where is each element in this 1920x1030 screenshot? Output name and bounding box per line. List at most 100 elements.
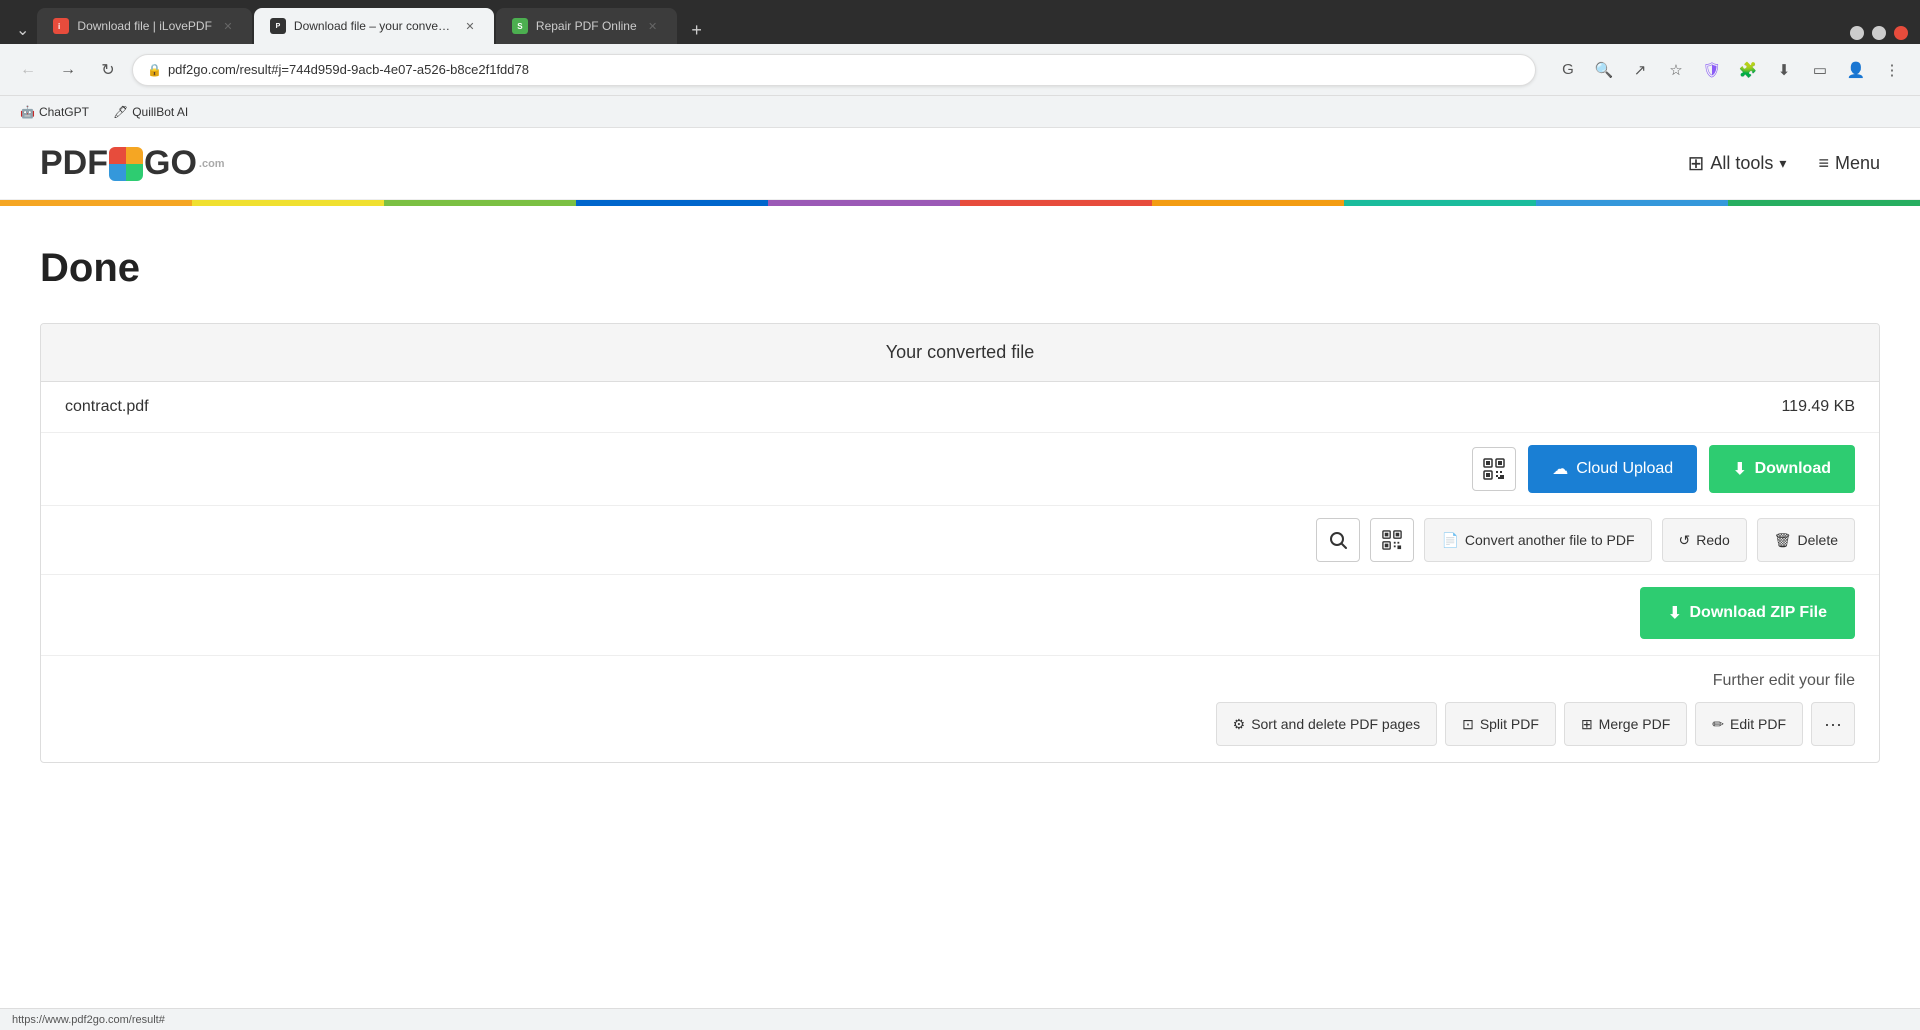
bookmark-icon[interactable]: ☆ bbox=[1660, 54, 1692, 86]
tab3-title: Repair PDF Online bbox=[536, 19, 637, 33]
tab2-title: Download file – your conversion bbox=[294, 19, 454, 33]
grid-icon: ⊞ bbox=[1688, 151, 1705, 176]
bookmarks-bar: 🤖 ChatGPT 🖊 QuillBot AI bbox=[0, 96, 1920, 128]
google-icon[interactable]: G bbox=[1552, 54, 1584, 86]
further-edit-label: Further edit your file bbox=[65, 672, 1855, 690]
merge-icon: ⊞ bbox=[1581, 716, 1593, 733]
browser-tab-2[interactable]: P Download file – your conversion ✕ bbox=[254, 8, 494, 44]
tab1-close-button[interactable]: ✕ bbox=[220, 18, 236, 34]
document-icon: 📄 bbox=[1441, 532, 1458, 549]
download-manager-icon[interactable]: ⬇ bbox=[1768, 54, 1800, 86]
result-card: Your converted file contract.pdf 119.49 … bbox=[40, 323, 1880, 763]
browser-tab-1[interactable]: i Download file | iLovePDF ✕ bbox=[37, 8, 252, 44]
file-name: contract.pdf bbox=[65, 398, 149, 416]
bookmark-quillbot[interactable]: 🖊 QuillBot AI bbox=[105, 103, 196, 121]
main-content: Done Your converted file contract.pdf 11… bbox=[0, 206, 1920, 803]
edit-tools-row: ⚙ Sort and delete PDF pages ⊡ Split PDF … bbox=[65, 702, 1855, 746]
tab-overflow-btn[interactable]: ⌄ bbox=[8, 16, 37, 44]
forward-button[interactable]: → bbox=[52, 54, 84, 86]
cloud-icon: ☁ bbox=[1552, 459, 1568, 479]
cloud-upload-label: Cloud Upload bbox=[1576, 460, 1673, 478]
zip-row: ⬇ Download ZIP File bbox=[41, 575, 1879, 656]
share-icon[interactable]: ↗ bbox=[1624, 54, 1656, 86]
cloud-upload-button[interactable]: ☁ Cloud Upload bbox=[1528, 445, 1697, 493]
logo-icon-box bbox=[109, 147, 143, 181]
logo-go-text: GO bbox=[144, 144, 197, 183]
browser-tabs-bar: ⌄ i Download file | iLovePDF ✕ P Downloa… bbox=[0, 0, 1920, 44]
download-button[interactable]: ⬇ Download bbox=[1709, 445, 1855, 493]
split-icon: ⊡ bbox=[1462, 716, 1474, 733]
more-tools-button[interactable]: ··· bbox=[1811, 702, 1855, 746]
action-row: ☁ Cloud Upload ⬇ Download bbox=[41, 433, 1879, 506]
download-label: Download bbox=[1755, 460, 1831, 478]
site-header: PDF GO .com ⊞ All tools ▾ ≡ Menu bbox=[0, 128, 1920, 200]
convert-another-button[interactable]: 📄 Convert another file to PDF bbox=[1424, 518, 1651, 562]
browser-toolbar: ← → ↻ 🔒 pdf2go.com/result#j=744d959d-9ac… bbox=[0, 44, 1920, 96]
tab3-close-button[interactable]: ✕ bbox=[645, 18, 661, 34]
browser-chrome: ⌄ i Download file | iLovePDF ✕ P Downloa… bbox=[0, 0, 1920, 128]
sort-delete-pdf-label: Sort and delete PDF pages bbox=[1251, 716, 1420, 732]
svg-text:i: i bbox=[58, 22, 60, 31]
chatgpt-label: ChatGPT bbox=[39, 105, 89, 119]
trash-icon: 🗑 bbox=[1774, 532, 1792, 549]
edit-icon: ✏ bbox=[1712, 716, 1724, 733]
address-text: pdf2go.com/result#j=744d959d-9acb-4e07-a… bbox=[168, 62, 529, 77]
sort-delete-pdf-button[interactable]: ⚙ Sort and delete PDF pages bbox=[1216, 702, 1437, 746]
tab3-favicon: S bbox=[512, 18, 528, 34]
menu-button[interactable]: ≡ Menu bbox=[1818, 153, 1880, 174]
search-lens-icon[interactable]: 🔍 bbox=[1588, 54, 1620, 86]
tools-row: 📄 Convert another file to PDF ↺ Redo 🗑 D… bbox=[41, 506, 1879, 575]
redo-button[interactable]: ↺ Redo bbox=[1662, 518, 1747, 562]
browser-tab-3[interactable]: S Repair PDF Online ✕ bbox=[496, 8, 677, 44]
download-zip-label: Download ZIP File bbox=[1690, 604, 1828, 622]
tab1-title: Download file | iLovePDF bbox=[77, 19, 212, 33]
qr-code-tools-button[interactable] bbox=[1370, 518, 1414, 562]
chatgpt-favicon: 🤖 bbox=[20, 105, 35, 119]
window-minimize-button[interactable] bbox=[1850, 26, 1864, 40]
merge-pdf-button[interactable]: ⊞ Merge PDF bbox=[1564, 702, 1687, 746]
split-pdf-label: Split PDF bbox=[1480, 716, 1539, 732]
extension-shield-icon[interactable]: 🛡 bbox=[1696, 54, 1728, 86]
delete-label: Delete bbox=[1798, 532, 1838, 548]
file-size: 119.49 KB bbox=[1781, 398, 1855, 416]
search-button[interactable] bbox=[1316, 518, 1360, 562]
back-button[interactable]: ← bbox=[12, 54, 44, 86]
reload-button[interactable]: ↻ bbox=[92, 54, 124, 86]
extensions-icon[interactable]: 🧩 bbox=[1732, 54, 1764, 86]
new-tab-button[interactable]: + bbox=[683, 16, 711, 44]
quillbot-favicon: 🖊 bbox=[113, 105, 128, 119]
window-maximize-button[interactable] bbox=[1872, 26, 1886, 40]
header-nav: ⊞ All tools ▾ ≡ Menu bbox=[1688, 151, 1880, 176]
edit-pdf-label: Edit PDF bbox=[1730, 716, 1786, 732]
lock-icon: 🔒 bbox=[147, 63, 162, 77]
window-close-button[interactable] bbox=[1894, 26, 1908, 40]
all-tools-button[interactable]: ⊞ All tools ▾ bbox=[1688, 151, 1787, 176]
site-logo[interactable]: PDF GO .com bbox=[40, 144, 225, 183]
sort-icon: ⚙ bbox=[1233, 716, 1246, 733]
edit-pdf-button[interactable]: ✏ Edit PDF bbox=[1695, 702, 1803, 746]
split-pdf-button[interactable]: ⊡ Split PDF bbox=[1445, 702, 1556, 746]
convert-another-label: Convert another file to PDF bbox=[1465, 532, 1635, 548]
download-zip-button[interactable]: ⬇ Download ZIP File bbox=[1640, 587, 1855, 639]
toolbar-icons: G 🔍 ↗ ☆ 🛡 🧩 ⬇ ▭ 👤 ⋮ bbox=[1552, 54, 1908, 86]
page-title: Done bbox=[40, 246, 1880, 291]
redo-icon: ↺ bbox=[1679, 532, 1691, 549]
more-options-icon[interactable]: ⋮ bbox=[1876, 54, 1908, 86]
browser-status-bar: https://www.pdf2go.com/result# bbox=[0, 1008, 1920, 1030]
profile-icon[interactable]: 👤 bbox=[1840, 54, 1872, 86]
chevron-down-icon: ▾ bbox=[1779, 155, 1786, 172]
result-card-header: Your converted file bbox=[41, 324, 1879, 382]
qr-code-button[interactable] bbox=[1472, 447, 1516, 491]
tab2-close-button[interactable]: ✕ bbox=[462, 18, 478, 34]
hamburger-icon: ≡ bbox=[1818, 153, 1829, 174]
all-tools-label: All tools bbox=[1710, 153, 1773, 174]
logo-com-text: .com bbox=[199, 158, 225, 170]
further-edit-section: Further edit your file ⚙ Sort and delete… bbox=[41, 656, 1879, 762]
address-bar[interactable]: 🔒 pdf2go.com/result#j=744d959d-9acb-4e07… bbox=[132, 54, 1536, 86]
bookmark-chatgpt[interactable]: 🤖 ChatGPT bbox=[12, 103, 97, 121]
sidebar-icon[interactable]: ▭ bbox=[1804, 54, 1836, 86]
file-row: contract.pdf 119.49 KB bbox=[41, 382, 1879, 433]
more-dots-icon: ··· bbox=[1824, 714, 1842, 735]
menu-label: Menu bbox=[1835, 153, 1880, 174]
delete-button[interactable]: 🗑 Delete bbox=[1757, 518, 1855, 562]
